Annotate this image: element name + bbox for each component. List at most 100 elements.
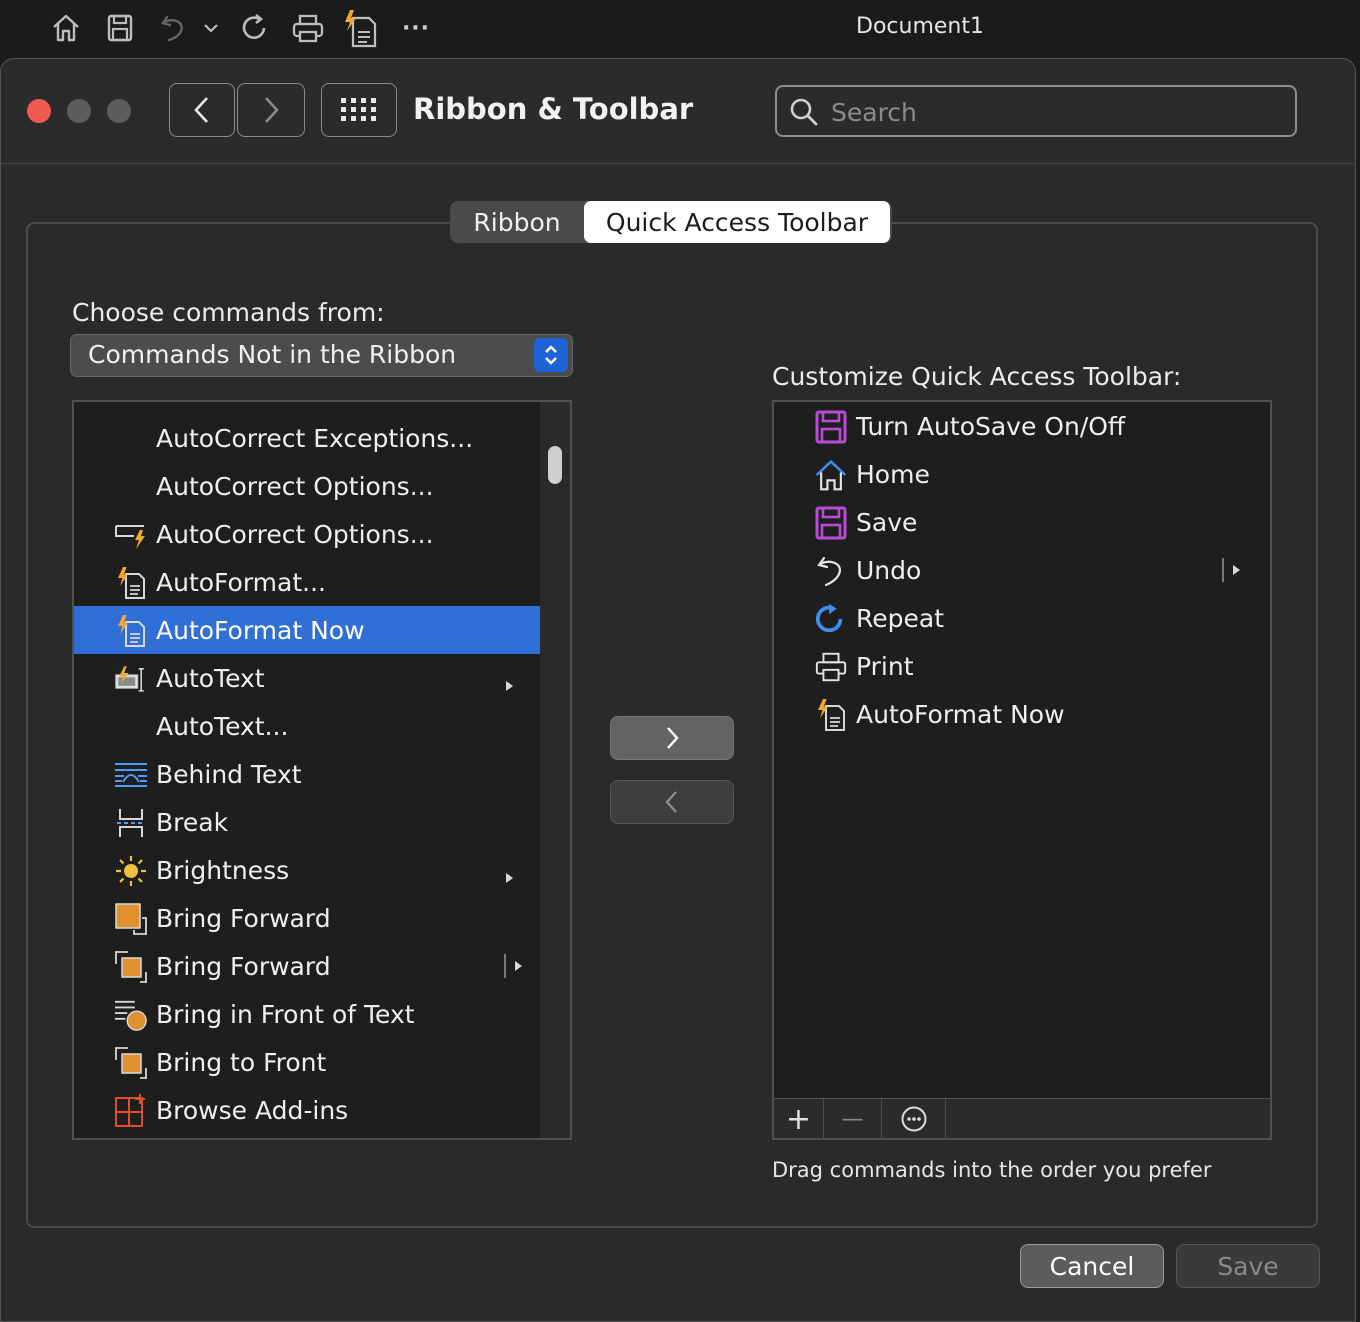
zoom-window-button[interactable] <box>107 99 131 123</box>
scrollbar-thumb[interactable] <box>548 446 562 484</box>
print-icon[interactable] <box>288 8 328 48</box>
chevron-right-icon <box>667 727 679 749</box>
list-item[interactable]: Repeat <box>774 594 1270 642</box>
submenu-arrow-icon[interactable] <box>502 869 516 887</box>
list-item[interactable]: AutoText <box>74 654 540 702</box>
choose-commands-label: Choose commands from: <box>72 298 385 327</box>
undo-menu-chevron-icon[interactable] <box>194 8 228 48</box>
break-icon <box>114 806 148 840</box>
list-item-label: Repeat <box>856 604 945 633</box>
back-button[interactable] <box>169 83 235 137</box>
remove-command-button[interactable] <box>610 780 734 824</box>
list-item-label: AutoCorrect Options... <box>156 520 434 549</box>
bring-forward-split-icon <box>114 950 148 984</box>
commands-source-popup[interactable]: Commands Not in the Ribbon <box>70 334 573 377</box>
close-window-button[interactable] <box>27 99 51 123</box>
list-item[interactable]: AutoCorrect Exceptions... <box>74 414 540 462</box>
more-circle-icon <box>901 1106 926 1132</box>
save-button[interactable]: Save <box>1176 1244 1320 1288</box>
list-item-label: Undo <box>856 556 922 585</box>
add-command-button[interactable] <box>610 716 734 760</box>
save-icon[interactable] <box>100 8 140 48</box>
submenu-arrow-icon[interactable] <box>1220 557 1246 583</box>
list-item-label: AutoText... <box>156 712 289 741</box>
search-input[interactable] <box>829 93 1273 131</box>
browse-add-ins-icon <box>114 1094 148 1128</box>
submenu-arrow-icon[interactable] <box>502 953 528 979</box>
repeat-icon[interactable] <box>234 8 274 48</box>
app-toolbar: ··· Document1 <box>0 0 1360 58</box>
list-item-label: Save <box>856 508 918 537</box>
home-icon[interactable] <box>46 8 86 48</box>
list-item[interactable]: Undo <box>774 546 1270 594</box>
list-item[interactable]: AutoFormat Now <box>774 690 1270 738</box>
scrollbar-track[interactable] <box>540 402 570 1138</box>
grid-icon <box>341 98 376 121</box>
list-item[interactable]: AutoCorrect Options... <box>74 462 540 510</box>
list-item[interactable]: Behind Text <box>74 750 540 798</box>
list-item[interactable]: AutoCorrect Options... <box>74 510 540 558</box>
repeat-icon <box>814 602 848 636</box>
list-item[interactable]: Save <box>774 498 1270 546</box>
autocorrect-options-icon <box>114 518 148 552</box>
customize-toolbar-label: Customize Quick Access Toolbar: <box>772 362 1182 391</box>
list-item[interactable]: Break <box>74 798 540 846</box>
tab-quick-access-toolbar[interactable]: Quick Access Toolbar <box>584 201 890 243</box>
list-item-label: AutoFormat... <box>156 568 326 597</box>
commands-source-value: Commands Not in the Ribbon <box>88 340 457 369</box>
forward-button[interactable] <box>237 83 305 137</box>
brightness-icon <box>114 854 148 888</box>
submenu-arrow-icon[interactable] <box>502 677 516 695</box>
autoformat-icon[interactable] <box>340 8 380 48</box>
remove-button[interactable]: — <box>824 1099 882 1138</box>
list-item[interactable]: Home <box>774 450 1270 498</box>
available-commands-list[interactable]: AutoCorrect Exceptions... AutoCorrect Opt… <box>72 400 572 1140</box>
list-item[interactable]: Browse Add-ins <box>74 1086 540 1134</box>
list-item[interactable]: AutoFormat Now <box>74 606 540 654</box>
more-options-button[interactable] <box>882 1099 946 1138</box>
add-button[interactable]: + <box>774 1099 824 1138</box>
list-item[interactable]: Print <box>774 642 1270 690</box>
undo-icon[interactable] <box>154 8 194 48</box>
chevron-right-icon <box>265 97 279 123</box>
list-item[interactable]: Bring in Front of Text <box>74 990 540 1038</box>
list-item-label: Turn AutoSave On/Off <box>856 412 1126 441</box>
window-title: Ribbon & Toolbar <box>413 92 694 126</box>
list-item-label: Bring Forward <box>156 952 331 981</box>
list-item[interactable]: Turn AutoSave On/Off <box>774 402 1270 450</box>
list-item[interactable]: Bring Forward <box>74 894 540 942</box>
chevron-left-icon <box>665 791 677 813</box>
cancel-button[interactable]: Cancel <box>1020 1244 1164 1288</box>
list-item[interactable]: Brightness <box>74 846 540 894</box>
toolbar-commands-list[interactable]: + — Turn AutoSave On/Off Home Save Undo Repe… <box>772 400 1272 1140</box>
window-titlebar: Ribbon & Toolbar <box>1 59 1355 164</box>
list-item-label: AutoCorrect Options... <box>156 472 434 501</box>
list-action-bar: + — <box>774 1098 1270 1138</box>
save-icon <box>814 506 848 540</box>
search-field[interactable] <box>775 85 1297 137</box>
tab-ribbon[interactable]: Ribbon <box>450 201 584 243</box>
list-item-label: AutoCorrect Exceptions... <box>156 424 474 453</box>
bring-to-front-icon <box>114 1046 148 1080</box>
minimize-window-button[interactable] <box>67 99 91 123</box>
list-item[interactable]: Bring to Front <box>74 1038 540 1086</box>
list-item-label: Print <box>856 652 914 681</box>
list-item-label: Bring in Front of Text <box>156 1000 415 1029</box>
print-icon <box>814 650 848 684</box>
search-icon <box>790 98 818 126</box>
list-item-label: Break <box>156 808 229 837</box>
updown-chevron-icon <box>534 338 568 372</box>
list-item-label: Bring to Front <box>156 1048 327 1077</box>
undo-icon <box>814 554 848 588</box>
list-item-label: AutoFormat Now <box>856 700 1065 729</box>
list-item[interactable]: AutoText... <box>74 702 540 750</box>
more-icon[interactable]: ··· <box>396 8 436 48</box>
drag-hint: Drag commands into the order you prefer <box>772 1158 1212 1182</box>
list-item-label: Home <box>856 460 930 489</box>
list-item-label: Browse Add-ins <box>156 1096 349 1125</box>
bring-forward-icon <box>114 902 148 936</box>
list-item[interactable]: Bring Forward <box>74 942 540 990</box>
show-all-button[interactable] <box>321 83 397 137</box>
list-item[interactable]: AutoFormat... <box>74 558 540 606</box>
autosave-icon <box>814 410 848 444</box>
